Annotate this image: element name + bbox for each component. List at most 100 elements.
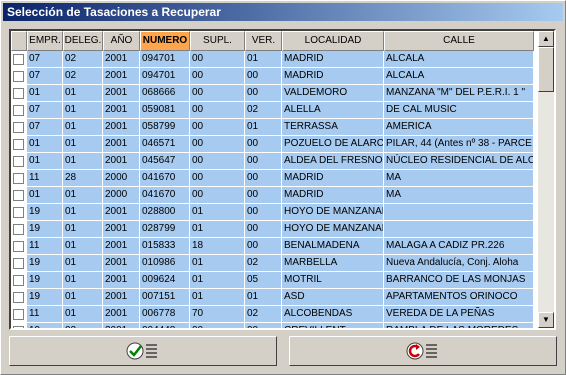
localidad-cell: BENALMADENA bbox=[282, 238, 384, 254]
deleg-cell: 01 bbox=[63, 153, 103, 169]
ver-cell: 05 bbox=[245, 272, 282, 288]
ano-cell: 2001 bbox=[103, 51, 140, 67]
header-calle-col[interactable]: CALLE bbox=[384, 31, 534, 51]
ano-cell: 2001 bbox=[103, 102, 140, 118]
row-checkbox[interactable] bbox=[11, 187, 27, 203]
table-row[interactable]: 01 01 2000 041670 00 00 MADRID MA bbox=[11, 187, 539, 204]
calle-cell: VEREDA DE LA PEÑAS bbox=[384, 306, 534, 322]
supl-cell: 01 bbox=[190, 204, 245, 220]
row-checkbox[interactable] bbox=[11, 170, 27, 186]
empr-cell: 01 bbox=[27, 187, 63, 203]
row-checkbox[interactable] bbox=[11, 221, 27, 237]
ano-cell: 2001 bbox=[103, 272, 140, 288]
deleg-cell: 28 bbox=[63, 170, 103, 186]
calle-cell: MA bbox=[384, 187, 534, 203]
empr-cell: 19 bbox=[27, 204, 63, 220]
table-row[interactable]: 19 01 2001 009624 01 05 MOTRIL BARRANCO DE LAS … bbox=[11, 272, 539, 289]
ano-cell: 2001 bbox=[103, 306, 140, 322]
row-checkbox[interactable] bbox=[11, 272, 27, 288]
row-checkbox[interactable] bbox=[11, 102, 27, 118]
supl-cell: 18 bbox=[190, 238, 245, 254]
ano-cell: 2000 bbox=[103, 170, 140, 186]
row-checkbox[interactable] bbox=[11, 238, 27, 254]
header-deleg-col[interactable]: DELEG. bbox=[63, 31, 103, 51]
vertical-scrollbar[interactable]: ▲ ▼ bbox=[538, 31, 554, 328]
scroll-up-icon[interactable]: ▲ bbox=[538, 31, 554, 47]
ver-cell: 00 bbox=[245, 221, 282, 237]
calle-cell bbox=[384, 221, 534, 237]
header-numero-col[interactable]: NUMERO bbox=[140, 31, 190, 51]
ano-cell: 2001 bbox=[103, 238, 140, 254]
row-checkbox[interactable] bbox=[11, 255, 27, 271]
numero-cell: 059081 bbox=[140, 102, 190, 118]
accept-button[interactable] bbox=[9, 336, 277, 366]
row-checkbox[interactable] bbox=[11, 289, 27, 305]
row-checkbox[interactable] bbox=[11, 85, 27, 101]
header-ano-col[interactable]: AÑO bbox=[103, 31, 140, 51]
grid-rows: 07 02 2001 094701 00 01 MADRID ALCALA 07 02 2001 09… bbox=[11, 51, 539, 328]
ver-cell: 00 bbox=[245, 68, 282, 84]
numero-cell: 015833 bbox=[140, 238, 190, 254]
localidad-cell: MADRID bbox=[282, 170, 384, 186]
row-checkbox[interactable] bbox=[11, 204, 27, 220]
ano-cell: 2001 bbox=[103, 255, 140, 271]
deleg-cell: 01 bbox=[63, 238, 103, 254]
table-row[interactable]: 11 01 2001 006778 70 02 ALCOBENDAS VEREDA DE LA… bbox=[11, 306, 539, 323]
localidad-cell: ALCOBENDAS bbox=[282, 306, 384, 322]
scroll-down-icon[interactable]: ▼ bbox=[538, 312, 554, 328]
scroll-thumb[interactable] bbox=[538, 47, 554, 92]
row-checkbox[interactable] bbox=[11, 136, 27, 152]
ver-cell: 00 bbox=[245, 323, 282, 328]
supl-cell: 00 bbox=[190, 187, 245, 203]
row-checkbox[interactable] bbox=[11, 51, 27, 67]
ano-cell: 2001 bbox=[103, 68, 140, 84]
table-row[interactable]: 01 01 2001 068666 00 00 VALDEMORO MANZANA "M" D… bbox=[11, 85, 539, 102]
table-row[interactable]: 190220010044480000CREVILLENTRAMBLA DE LA… bbox=[11, 323, 539, 328]
ano-cell: 2001 bbox=[103, 136, 140, 152]
calle-cell: RAMBLA DE LAS MOREDES bbox=[384, 323, 534, 328]
numero-cell: 058799 bbox=[140, 119, 190, 135]
cancel-button[interactable] bbox=[289, 336, 557, 366]
row-checkbox[interactable] bbox=[11, 119, 27, 135]
localidad-cell: POZUELO DE ALARCÓN bbox=[282, 136, 384, 152]
header-ver-col[interactable]: VER. bbox=[245, 31, 282, 51]
numero-cell: 028800 bbox=[140, 204, 190, 220]
table-row[interactable]: 07 02 2001 094701 00 01 MADRID ALCALA bbox=[11, 51, 539, 68]
ano-cell: 2001 bbox=[103, 204, 140, 220]
table-row[interactable]: 07 01 2001 058799 00 01 TERRASSA AMERICA bbox=[11, 119, 539, 136]
localidad-cell: HOYO DE MANZANARES bbox=[282, 204, 384, 220]
table-row[interactable]: 07 01 2001 059081 00 02 ALELLA DE CAL MUSIC bbox=[11, 102, 539, 119]
localidad-cell: CREVILLENT bbox=[282, 323, 384, 328]
localidad-cell: MADRID bbox=[282, 187, 384, 203]
appraisals-grid[interactable]: EMPR. DELEG. AÑO NUMERO SUPL. VER. LOCALIDAD CA… bbox=[9, 29, 556, 330]
header-supl-col[interactable]: SUPL. bbox=[190, 31, 245, 51]
supl-cell: 00 bbox=[190, 136, 245, 152]
row-checkbox[interactable] bbox=[11, 323, 27, 328]
table-row[interactable]: 190120010287990100HOYO DE MANZANARES bbox=[11, 221, 539, 238]
table-row[interactable]: 19 01 2001 010986 01 02 MARBELLA Nueva Andalucí… bbox=[11, 255, 539, 272]
header-checkbox-col[interactable] bbox=[11, 31, 27, 51]
localidad-cell: ASD bbox=[282, 289, 384, 305]
localidad-cell: MADRID bbox=[282, 51, 384, 67]
supl-cell: 01 bbox=[190, 289, 245, 305]
empr-cell: 19 bbox=[27, 272, 63, 288]
table-row[interactable]: 19 01 2001 007151 01 01 ASD APARTAMENTOS ORINOC… bbox=[11, 289, 539, 306]
calle-cell: PILAR, 44 (Antes nº 38 - PARCE bbox=[384, 136, 534, 152]
table-row[interactable]: 010120010465710000POZUELO DE ALARCÓNPILA… bbox=[11, 136, 539, 153]
table-row[interactable]: 11 28 2000 041670 00 00 MADRID MA bbox=[11, 170, 539, 187]
deleg-cell: 01 bbox=[63, 204, 103, 220]
row-checkbox[interactable] bbox=[11, 68, 27, 84]
numero-cell: 004448 bbox=[140, 323, 190, 328]
table-row[interactable]: 190120010288000100HOYO DE MANZANARES bbox=[11, 204, 539, 221]
calle-cell: NÚCLEO RESIDENCIAL DE ALC bbox=[384, 153, 534, 169]
supl-cell: 00 bbox=[190, 85, 245, 101]
row-checkbox[interactable] bbox=[11, 306, 27, 322]
row-checkbox[interactable] bbox=[11, 153, 27, 169]
header-empr-col[interactable]: EMPR. bbox=[27, 31, 63, 51]
table-row[interactable]: 07 02 2001 094701 00 00 MADRID ALCALA bbox=[11, 68, 539, 85]
numero-cell: 006778 bbox=[140, 306, 190, 322]
table-row[interactable]: 01 01 2001 045647 00 00 ALDEA DEL FRESNO NÚCLEO… bbox=[11, 153, 539, 170]
table-row[interactable]: 11 01 2001 015833 18 00 BENALMADENA MALAGA A CA… bbox=[11, 238, 539, 255]
numero-cell: 041670 bbox=[140, 187, 190, 203]
header-localidad-col[interactable]: LOCALIDAD bbox=[282, 31, 384, 51]
